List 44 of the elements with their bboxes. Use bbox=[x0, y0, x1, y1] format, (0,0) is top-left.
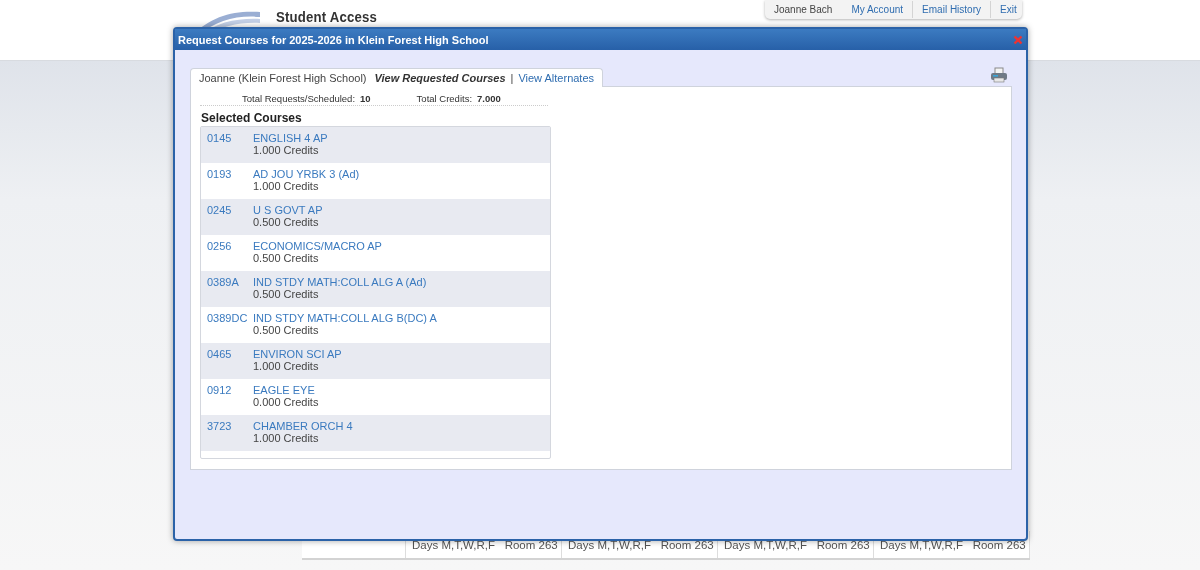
course-code-link[interactable]: 0389A bbox=[207, 276, 253, 302]
course-name-link[interactable]: EAGLE EYE bbox=[253, 384, 319, 396]
course-code-link[interactable]: 0912 bbox=[207, 384, 253, 410]
course-code-link[interactable]: 0465 bbox=[207, 348, 253, 374]
course-name-link[interactable]: IND STDY MATH:COLL ALG B(DC) A bbox=[253, 312, 437, 324]
course-name-link[interactable]: ENVIRON SCI AP bbox=[253, 348, 342, 360]
course-credits: 0.000 Credits bbox=[253, 396, 319, 408]
user-name: Joanne Bach bbox=[773, 4, 834, 15]
section-title: Selected Courses bbox=[201, 111, 303, 125]
course-credits: 1.000 Credits bbox=[253, 144, 320, 156]
header-link[interactable]: Exit bbox=[990, 1, 1026, 18]
course-code-link[interactable]: 0245 bbox=[207, 204, 253, 230]
printer-icon[interactable] bbox=[990, 67, 1008, 83]
course-name-link[interactable]: ECONOMICS/MACRO AP bbox=[253, 240, 382, 252]
course-credits: 1.000 Credits bbox=[253, 360, 320, 372]
course-credits: 0.500 Credits bbox=[253, 324, 320, 336]
course-code-link[interactable]: 3723 bbox=[207, 420, 253, 446]
course-code-link[interactable]: 0145 bbox=[207, 132, 253, 158]
course-code-link[interactable]: 0256 bbox=[207, 240, 253, 266]
course-code-link[interactable]: 0389DC bbox=[207, 312, 253, 338]
course-credits: 0.500 Credits bbox=[253, 288, 320, 300]
course-credits: 1.000 Credits bbox=[253, 432, 320, 444]
logo-text: Student Access bbox=[276, 8, 377, 25]
requests-value: 10 bbox=[360, 93, 371, 104]
header-link[interactable]: My Account bbox=[842, 1, 913, 18]
course-code-link[interactable]: 0193 bbox=[207, 168, 253, 194]
header-link[interactable]: Email History bbox=[912, 1, 990, 18]
course-credits: 1.000 Credits bbox=[253, 180, 320, 192]
course-name-link[interactable]: AD JOU YRBK 3 (Ad) bbox=[253, 168, 360, 180]
dialog-title: Request Courses for 2025-2026 in Klein Forest High School bbox=[178, 33, 489, 46]
course-credits: 0.500 Credits bbox=[253, 216, 320, 228]
requests-label: Total Requests/Scheduled: bbox=[242, 93, 356, 104]
course-name-link[interactable]: ENGLISH 4 AP bbox=[253, 132, 328, 144]
separator: | bbox=[510, 72, 514, 84]
credits-label: Total Credits: bbox=[416, 93, 473, 104]
course-name-link[interactable]: U S GOVT AP bbox=[253, 204, 323, 216]
student-tab[interactable]: Joanne (Klein Forest High School) View Requested Courses | View Alternates bbox=[190, 68, 604, 87]
active-view-label: View Requested Courses bbox=[374, 72, 506, 84]
credits-value: 7.000 bbox=[477, 93, 501, 104]
view-alternates-link[interactable]: View Alternates bbox=[518, 72, 595, 84]
course-name-link[interactable]: IND STDY MATH:COLL ALG A (Ad) bbox=[253, 276, 427, 288]
course-name-link[interactable]: CHAMBER ORCH 4 bbox=[253, 420, 353, 432]
student-name: Joanne (Klein Forest High School) bbox=[199, 72, 367, 84]
course-credits: 0.500 Credits bbox=[253, 252, 320, 264]
